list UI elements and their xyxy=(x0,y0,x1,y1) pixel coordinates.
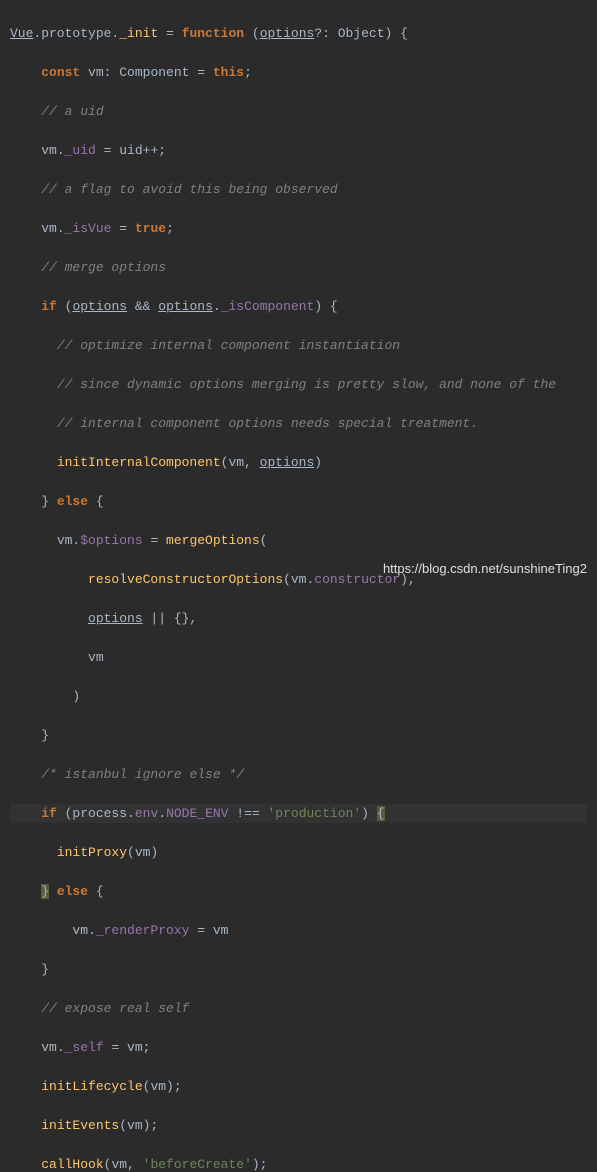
code-line: } xyxy=(10,960,587,980)
code-line: /* istanbul ignore else */ xyxy=(10,765,587,785)
code-line: initInternalComponent(vm, options) xyxy=(10,453,587,473)
code-line: // internal component options needs spec… xyxy=(10,414,587,434)
code-line: if (options && options._isComponent) { xyxy=(10,297,587,317)
code-line: vm._renderProxy = vm xyxy=(10,921,587,941)
code-line: // expose real self xyxy=(10,999,587,1019)
watermark-text: https://blog.csdn.net/sunshineTing2 xyxy=(383,559,587,579)
code-line: // optimize internal component instantia… xyxy=(10,336,587,356)
code-line: callHook(vm, 'beforeCreate'); xyxy=(10,1155,587,1172)
code-line: } xyxy=(10,726,587,746)
code-line: // a flag to avoid this being observed xyxy=(10,180,587,200)
code-line: Vue.prototype._init = function (options?… xyxy=(10,24,587,44)
code-line: vm xyxy=(10,648,587,668)
code-line-highlighted: if (process.env.NODE_ENV !== 'production… xyxy=(10,804,587,824)
code-line: initEvents(vm); xyxy=(10,1116,587,1136)
code-line: } else { xyxy=(10,492,587,512)
code-editor: Vue.prototype._init = function (options?… xyxy=(0,0,597,1172)
code-line: // a uid xyxy=(10,102,587,122)
code-line: options || {}, xyxy=(10,609,587,629)
code-line: initProxy(vm) xyxy=(10,843,587,863)
code-line: vm.$options = mergeOptions( xyxy=(10,531,587,551)
code-line: const vm: Component = this; xyxy=(10,63,587,83)
code-line: // merge options xyxy=(10,258,587,278)
code-line: // since dynamic options merging is pret… xyxy=(10,375,587,395)
code-line: vm._uid = uid++; xyxy=(10,141,587,161)
code-line: } else { xyxy=(10,882,587,902)
code-line: vm._isVue = true; xyxy=(10,219,587,239)
code-line: vm._self = vm; xyxy=(10,1038,587,1058)
code-line: ) xyxy=(10,687,587,707)
code-line: initLifecycle(vm); xyxy=(10,1077,587,1097)
